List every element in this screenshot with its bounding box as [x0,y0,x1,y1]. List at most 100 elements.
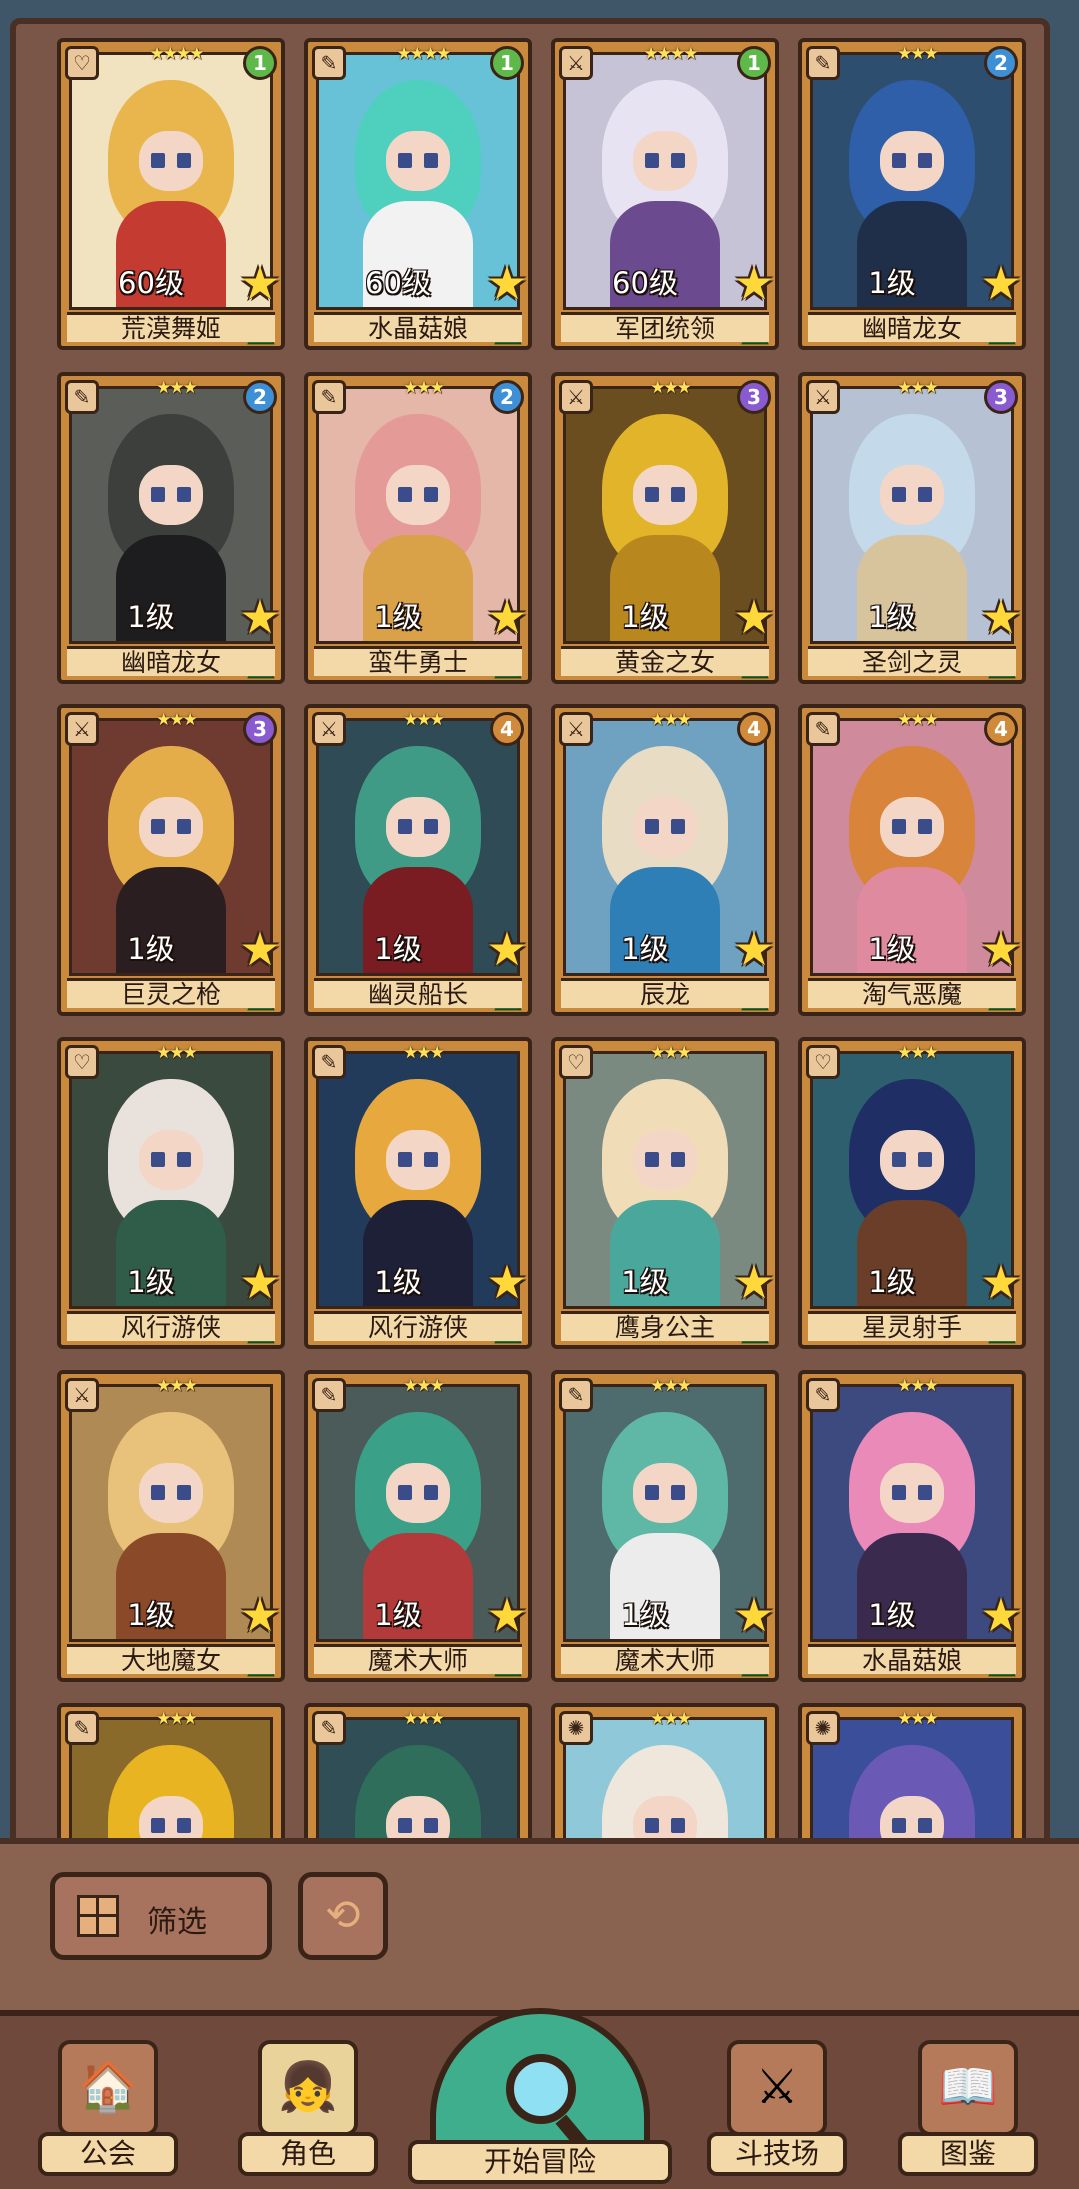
rarity-stars: ★★★ [403,378,445,398]
character-card[interactable]: ✎★★★★160级★▲水晶菇娘 [304,38,532,350]
class-type-icon: ♡ [559,1045,593,1079]
rarity-stars: ★★★★ [149,44,205,64]
tier-badge: 2 [984,46,1018,80]
character-level: 1级 [868,1598,916,1632]
character-portrait [69,1717,273,1840]
nav-codex-label: 图鉴 [898,2132,1038,2176]
character-card[interactable]: ⚔★★★31级★▲巨灵之枪 [57,704,285,1016]
character-card[interactable]: ⚔★★★41级★▲辰龙 [551,704,779,1016]
character-card[interactable]: ✎★★★21级★▲幽暗龙女 [798,38,1026,350]
refresh-button[interactable]: ⟲ [298,1872,388,1960]
character-name: 风行游侠 [67,1311,275,1341]
character-level: 60级 [365,266,431,300]
character-card[interactable]: ✺ ★★★ [798,1703,1026,1840]
nav-arena[interactable]: ⚔ 斗技场 [707,2040,847,2180]
rarity-stars: ★★★ [156,1709,198,1729]
star-upgrade-icon: ★ [980,256,1022,310]
refresh-icon: ⟲ [325,1890,361,1939]
character-card[interactable]: ✎★★★1级★▲魔术大师 [551,1370,779,1682]
rarity-stars: ★★★ [897,1376,939,1396]
character-name: 水晶菇娘 [314,312,522,342]
character-card[interactable]: ⚔★★★1级★▲大地魔女 [57,1370,285,1682]
class-type-icon: ✺ [559,1711,593,1745]
rarity-stars: ★★★ [403,1709,445,1729]
character-card[interactable]: ✎★★★41级★▲淘气恶魔 [798,704,1026,1016]
character-grid[interactable]: ♡★★★★160级★▲荒漠舞姬✎★★★★160级★▲水晶菇娘⚔★★★★160级★… [0,0,1079,1840]
tier-badge: 3 [243,712,277,746]
class-type-icon: ✎ [312,46,346,80]
nav-role[interactable]: 👧 角色 [238,2040,378,2180]
character-card[interactable]: ⚔★★★41级★▲幽灵船长 [304,704,532,1016]
character-card[interactable]: ✎ ★★★ [57,1703,285,1840]
rarity-stars: ★★★ [403,1376,445,1396]
character-card[interactable]: ✎★★★1级★▲风行游侠 [304,1037,532,1349]
character-name: 风行游侠 [314,1311,522,1341]
class-type-icon: ✎ [806,712,840,746]
character-name: 军团统领 [561,312,769,342]
tier-badge: 3 [984,380,1018,414]
rarity-stars: ★★★ [897,378,939,398]
character-card[interactable]: ⚔★★★31级★▲圣剑之灵 [798,372,1026,684]
star-upgrade-icon: ★ [980,1255,1022,1309]
class-type-icon: ✎ [65,380,99,414]
character-card[interactable]: ✎★★★1级★▲魔术大师 [304,1370,532,1682]
rarity-stars: ★★★ [897,1709,939,1729]
character-card[interactable]: ✎ ★★★ [304,1703,532,1840]
nav-start-adventure[interactable]: 开始冒险 [408,2008,672,2189]
nav-adventure-label: 开始冒险 [408,2140,672,2184]
class-type-icon: ⚔ [559,380,593,414]
character-level: 1级 [621,1265,669,1299]
class-type-icon: ♡ [65,46,99,80]
class-type-icon: ⚔ [65,712,99,746]
character-name: 大地魔女 [67,1644,275,1674]
character-card[interactable]: ♡★★★1级★▲鹰身公主 [551,1037,779,1349]
character-level: 1级 [374,1598,422,1632]
character-portrait [810,1717,1014,1840]
class-type-icon: ✎ [559,1378,593,1412]
character-card[interactable]: ✎★★★1级★▲水晶菇娘 [798,1370,1026,1682]
character-level: 1级 [127,932,175,966]
star-upgrade-icon: ★ [733,922,775,976]
role-portrait-icon: 👧 [258,2040,358,2136]
star-upgrade-icon: ★ [239,1255,281,1309]
guild-house-icon: 🏠 [58,2040,158,2136]
character-level: 1级 [374,932,422,966]
rarity-stars: ★★★ [156,710,198,730]
character-card[interactable]: ♡★★★1级★▲星灵射手 [798,1037,1026,1349]
class-type-icon: ✎ [312,1711,346,1745]
character-name: 淘气恶魔 [808,978,1016,1008]
filter-button[interactable]: 筛选 [50,1872,272,1960]
character-card[interactable]: ⚔★★★31级★▲黄金之女 [551,372,779,684]
rarity-stars: ★★★ [650,710,692,730]
rarity-stars: ★★★★ [396,44,452,64]
character-name: 圣剑之灵 [808,646,1016,676]
character-name: 鹰身公主 [561,1311,769,1341]
tier-badge: 2 [490,380,524,414]
character-card[interactable]: ✎★★★21级★▲蛮牛勇士 [304,372,532,684]
filter-label: 筛选 [147,1905,207,1940]
codex-book-icon: 📖 [918,2040,1018,2136]
character-card[interactable]: ♡★★★★160级★▲荒漠舞姬 [57,38,285,350]
grid-filter-icon [77,1895,119,1937]
character-level: 1级 [868,266,916,300]
star-upgrade-icon: ★ [980,1588,1022,1642]
character-card[interactable]: ⚔★★★★160级★▲军团统领 [551,38,779,350]
rarity-stars: ★★★ [897,44,939,64]
class-type-icon: ✎ [312,1045,346,1079]
character-name: 幽灵船长 [314,978,522,1008]
nav-codex[interactable]: 📖 图鉴 [898,2040,1038,2180]
character-card[interactable]: ♡★★★1级★▲风行游侠 [57,1037,285,1349]
star-upgrade-icon: ★ [486,922,528,976]
tier-badge: 2 [243,380,277,414]
character-card[interactable]: ✺ ★★★ [551,1703,779,1840]
character-name: 蛮牛勇士 [314,646,522,676]
class-type-icon: ⚔ [806,380,840,414]
class-type-icon: ⚔ [559,46,593,80]
class-type-icon: ⚔ [65,1378,99,1412]
nav-guild[interactable]: 🏠 公会 [38,2040,178,2180]
character-level: 1级 [621,1598,669,1632]
character-level: 1级 [621,600,669,634]
character-card[interactable]: ✎★★★21级★▲幽暗龙女 [57,372,285,684]
adventure-map-icon [430,2008,650,2158]
character-name: 辰龙 [561,978,769,1008]
